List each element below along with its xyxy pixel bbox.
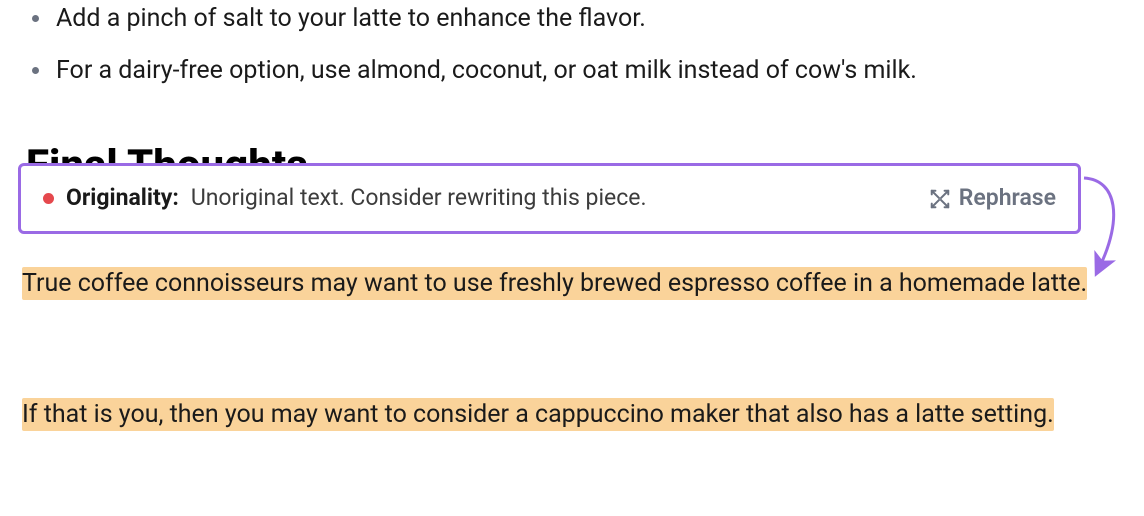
list-item: Add a pinch of salt to your latte to enh… [22, 0, 1122, 38]
rephrase-label: Rephrase [959, 181, 1056, 216]
list-item-text: For a dairy-free option, use almond, coc… [56, 56, 917, 85]
originality-alert[interactable]: Originality: Unoriginal text. Consider r… [18, 163, 1081, 234]
list-item: For a dairy-free option, use almond, coc… [22, 52, 1122, 90]
tips-list: Add a pinch of salt to your latte to enh… [22, 0, 1122, 89]
highlighted-text[interactable]: If that is you, then you may want to con… [22, 398, 1054, 431]
status-dot-icon [43, 193, 54, 204]
list-item-text: Add a pinch of salt to your latte to enh… [56, 4, 646, 33]
highlighted-text[interactable]: True coffee connoisseurs may want to use… [22, 267, 1087, 300]
originality-message: Unoriginal text. Consider rewriting this… [191, 181, 647, 216]
flagged-paragraph: True coffee connoisseurs may want to use… [22, 265, 1122, 304]
rephrase-icon [929, 188, 951, 210]
flagged-paragraph: If that is you, then you may want to con… [22, 396, 1122, 435]
rephrase-button[interactable]: Rephrase [929, 181, 1056, 216]
pointer-arrow-icon [1078, 170, 1138, 280]
originality-label: Originality: [66, 181, 179, 216]
